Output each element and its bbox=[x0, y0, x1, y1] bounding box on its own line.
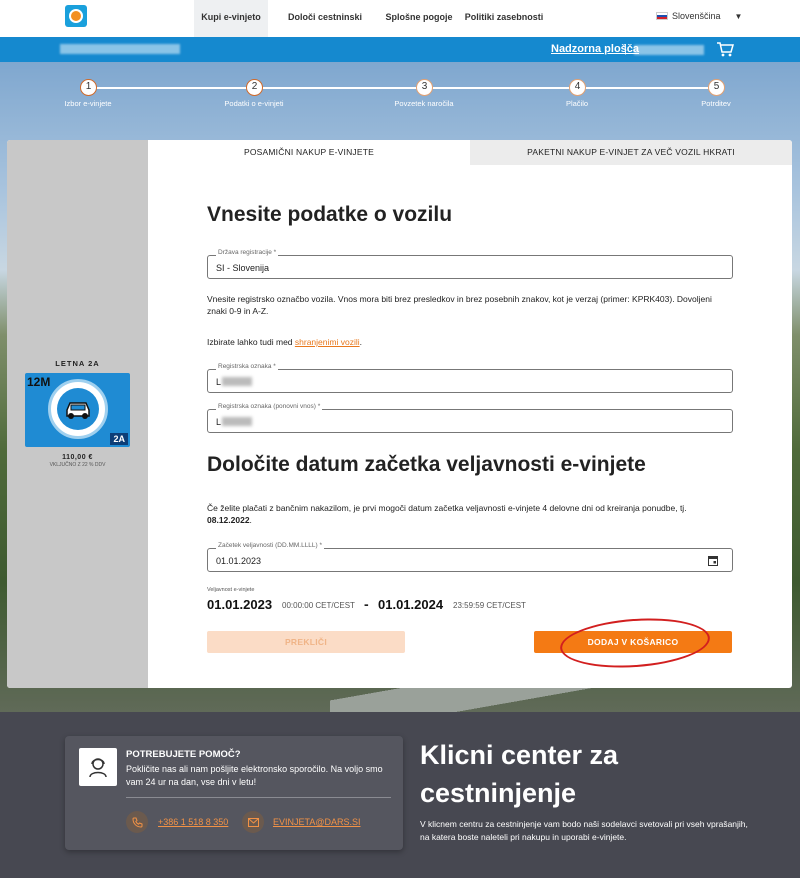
call-center-title: Klicni center za cestninjenje bbox=[420, 740, 619, 808]
help-divider bbox=[126, 797, 391, 798]
step-4-circle: 4 bbox=[569, 79, 586, 96]
vignette-price: 110,00 € bbox=[62, 454, 93, 461]
help-box: POTREBUJETE POMOČ? Pokličite nas ali nam… bbox=[65, 736, 403, 850]
plate-repeat-input[interactable]: Registrska oznaka (ponovni vnos) * L bbox=[207, 403, 733, 433]
support-agent-icon bbox=[79, 748, 117, 786]
saved-vehicles-suffix: . bbox=[359, 337, 362, 347]
cart-icon[interactable] bbox=[716, 41, 734, 57]
redacted-account bbox=[634, 45, 704, 55]
phone-icon bbox=[126, 811, 148, 833]
start-date-value: 01.01.2023 bbox=[216, 556, 262, 566]
validity-to-time: 23:59:59 CET/CEST bbox=[453, 601, 526, 610]
nav-kupi-e-vinjeto[interactable]: Kupi e-vinjeto bbox=[194, 0, 268, 37]
nav-splosni-pogoji[interactable]: Splošne pogoje bbox=[384, 0, 454, 37]
vignette-image: 12M 2A bbox=[25, 373, 130, 447]
nav-politika-zasebnosti[interactable]: Politiki zasebnosti bbox=[464, 0, 544, 37]
email-icon bbox=[242, 811, 264, 833]
tab-single-purchase[interactable]: POSAMIČNI NAKUP E-VINJETE bbox=[148, 140, 470, 165]
step-1-label: Izbor e-vinjete bbox=[64, 99, 112, 108]
slovenia-flag-icon bbox=[656, 12, 668, 20]
bank-info-date: 08.12.2022 bbox=[207, 515, 250, 525]
vignette-class-badge: 2A bbox=[110, 433, 128, 445]
nav-dolocitev-razreda[interactable]: Določi cestninski razred bbox=[275, 0, 375, 56]
redacted-plate bbox=[222, 377, 252, 386]
plate-label: Registrska oznaka * bbox=[216, 363, 278, 370]
step-2-label: Podatki o e-vinjeti bbox=[224, 99, 284, 108]
redacted-plate-repeat bbox=[222, 417, 252, 426]
language-label: Slovenščina bbox=[672, 11, 721, 21]
vignette-title: LETNA 2A bbox=[55, 359, 100, 368]
annotation-circle bbox=[558, 613, 712, 673]
country-value: SI - Slovenija bbox=[216, 263, 270, 273]
redacted-username bbox=[60, 44, 180, 54]
validity-from-date: 01.01.2023 bbox=[207, 597, 273, 612]
separator: | bbox=[624, 43, 627, 55]
stepper-line bbox=[88, 87, 718, 89]
step-1-circle: 1 bbox=[80, 79, 97, 96]
footer: POTREBUJETE POMOČ? Pokličite nas ali nam… bbox=[0, 712, 800, 878]
bank-info-text: Če želite plačati z bančnim nakazilom, j… bbox=[207, 503, 687, 513]
vignette-duration-badge: 12M bbox=[27, 375, 51, 389]
calendar-icon[interactable] bbox=[708, 555, 718, 566]
vignette-form-card: POSAMIČNI NAKUP E-VINJETE PAKETNI NAKUP … bbox=[7, 140, 792, 688]
help-title: POTREBUJETE POMOČ? bbox=[126, 749, 241, 760]
saved-vehicles-link[interactable]: shranjenimi vozili bbox=[295, 337, 360, 347]
top-navigation: Kupi e-vinjeto Določi cestninski razred … bbox=[0, 0, 800, 56]
bank-transfer-info: Če želite plačati z bančnim nakazilom, j… bbox=[207, 502, 733, 526]
vignette-vat-note: VKLJUČNO Z 22 % DDV bbox=[49, 462, 106, 468]
cancel-button[interactable]: PREKLIČI bbox=[207, 631, 405, 653]
plate-instructions: Vnesite registrsko označbo vozila. Vnos … bbox=[207, 294, 712, 316]
step-3-circle: 3 bbox=[416, 79, 433, 96]
saved-vehicles-text: Izbirate lahko tudi med shranjenimi vozi… bbox=[207, 336, 733, 348]
call-center-text: V klicnem centru za cestninjenje vam bod… bbox=[420, 819, 748, 842]
validity-from-time: 00:00:00 CET/CEST bbox=[282, 601, 355, 610]
vehicle-heading: Vnesite podatke o vozilu bbox=[207, 203, 453, 226]
progress-stepper: 1 Izbor e-vinjete 2 Podatki o e-vinjeti … bbox=[0, 62, 800, 122]
help-text: Pokličite nas ali nam pošljite elektrons… bbox=[126, 764, 383, 787]
step-5-circle: 5 bbox=[708, 79, 725, 96]
step-4-label: Plačilo bbox=[565, 99, 589, 108]
plate-repeat-label: Registrska oznaka (ponovni vnos) * bbox=[216, 403, 323, 410]
plate-value: L bbox=[216, 377, 222, 387]
start-date-input[interactable]: Začetek veljavnosti (DD.MM.LLLL) * 01.01… bbox=[207, 542, 733, 572]
dars-logo[interactable] bbox=[65, 5, 87, 27]
saved-vehicles-prefix: Izbirate lahko tudi med bbox=[207, 337, 295, 347]
bank-info-suffix: . bbox=[249, 515, 252, 525]
country-select[interactable]: Država registracije * SI - Slovenija bbox=[207, 249, 733, 279]
validity-dash: - bbox=[364, 596, 369, 612]
chevron-down-icon: ▼ bbox=[734, 11, 743, 21]
step-3-label: Povzetek naročila bbox=[394, 99, 454, 108]
step-5-label: Potrditev bbox=[701, 99, 731, 108]
country-label: Država registracije * bbox=[216, 249, 279, 256]
email-link[interactable]: EVINJETA@DARS.SI bbox=[273, 817, 361, 827]
validity-to-date: 01.01.2024 bbox=[378, 597, 444, 612]
plate-input[interactable]: Registrska oznaka * L bbox=[207, 363, 733, 393]
car-icon bbox=[66, 402, 90, 419]
date-heading: Določite datum začetka veljavnosti e-vin… bbox=[207, 453, 646, 476]
validity-label: Veljavnost e-vinjete bbox=[207, 587, 255, 593]
start-date-label: Začetek veljavnosti (DD.MM.LLLL) * bbox=[216, 542, 325, 549]
vignette-emblem bbox=[48, 379, 108, 439]
language-selector[interactable]: Slovenščina ▼ bbox=[656, 11, 742, 21]
plate-repeat-value: L bbox=[216, 417, 222, 427]
user-bar: Nadzorna plošča | bbox=[0, 37, 800, 62]
step-2-circle: 2 bbox=[246, 79, 263, 96]
phone-link[interactable]: +386 1 518 8 350 bbox=[158, 817, 228, 827]
tab-bulk-purchase[interactable]: PAKETNI NAKUP E-VINJET ZA VEČ VOZIL HKRA… bbox=[470, 140, 792, 165]
